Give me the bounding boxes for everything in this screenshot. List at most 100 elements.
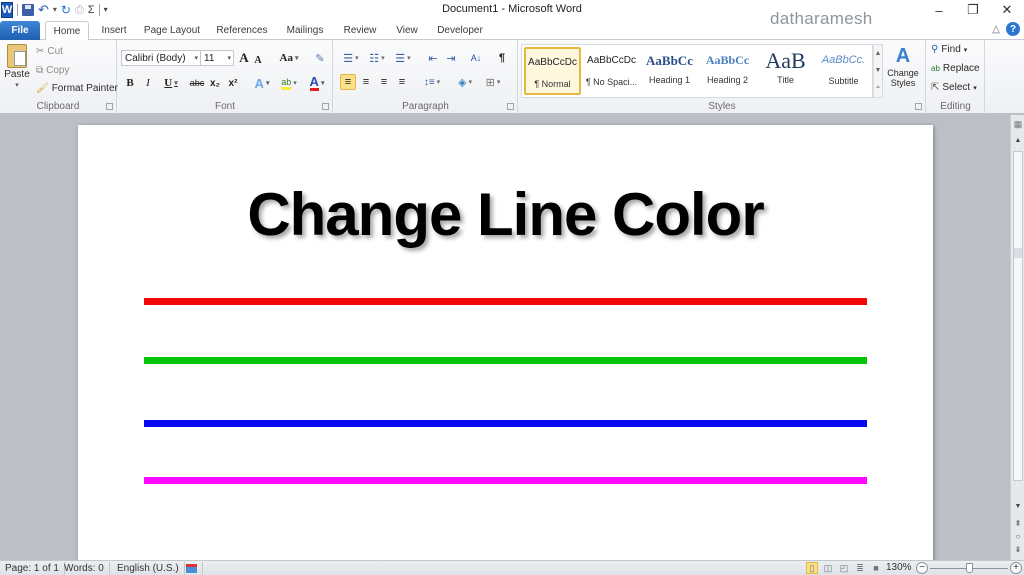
tab-page-layout[interactable]: Page Layout <box>140 21 204 40</box>
vertical-scrollbar[interactable]: ▦ ▲ ▼ ⇞ ○ ⇟ <box>1010 115 1024 560</box>
style-heading-1[interactable]: AaBbCc Heading 1 <box>641 47 698 95</box>
paste-button[interactable]: Paste ▾ <box>3 44 31 89</box>
tab-insert[interactable]: Insert <box>94 21 134 40</box>
help-button[interactable]: ? <box>1006 22 1020 36</box>
font-color-button[interactable]: A ▾ <box>306 75 328 91</box>
language-indicator[interactable]: English (U.S.) <box>112 562 185 575</box>
close-button[interactable]: ✕ <box>990 0 1024 20</box>
tab-review[interactable]: Review <box>338 21 382 40</box>
style-subtitle[interactable]: AaBbCc. Subtitle <box>815 47 872 95</box>
scroll-up-arrow[interactable]: ▲ <box>1011 137 1024 149</box>
chevron-down-icon: ▾ <box>265 80 270 87</box>
show-formatting-marks-button[interactable]: ¶ <box>496 50 508 66</box>
align-left-button[interactable]: ≡ <box>340 74 356 90</box>
colored-line[interactable] <box>144 420 867 427</box>
colored-line[interactable] <box>144 357 867 364</box>
tab-file[interactable]: File <box>0 21 40 40</box>
zoom-out-button[interactable]: − <box>916 562 928 574</box>
styles-dialog-launcher[interactable] <box>915 103 922 110</box>
styles-gallery-scroll[interactable]: ▲ ▼ ⩡ <box>873 44 883 98</box>
superscript-button[interactable]: x² <box>226 75 240 91</box>
italic-button[interactable]: I <box>142 75 154 91</box>
tab-home[interactable]: Home <box>45 21 89 41</box>
minimize-ribbon-button[interactable]: △ <box>992 24 1000 35</box>
restore-button[interactable]: ❐ <box>956 0 990 20</box>
window-controls: – ❐ ✕ <box>922 0 1024 20</box>
scroll-down-icon[interactable]: ▼ <box>875 67 882 74</box>
select-button[interactable]: ⇱ Select ▾ <box>931 82 977 93</box>
zoom-slider-thumb[interactable] <box>965 563 973 573</box>
style-normal[interactable]: AaBbCcDc ¶ Normal <box>524 47 581 95</box>
paragraph-dialog-launcher[interactable] <box>507 103 514 110</box>
style-name: Subtitle <box>828 76 859 86</box>
next-page-icon[interactable]: ⇟ <box>1011 545 1024 554</box>
tab-view[interactable]: View <box>390 21 424 40</box>
document-page[interactable]: Change Line Color <box>78 125 933 575</box>
macro-recording-icon[interactable] <box>181 562 203 575</box>
shrink-font-button[interactable]: A <box>252 52 264 68</box>
underline-button[interactable]: U ▾ <box>160 75 182 91</box>
tab-mailings[interactable]: Mailings <box>280 21 330 40</box>
cut-button[interactable]: ✂ Cut <box>36 46 63 57</box>
change-case-label: Aa <box>279 52 293 64</box>
previous-page-icon[interactable]: ⇞ <box>1011 519 1024 528</box>
text-effects-button[interactable]: A ▾ <box>252 75 272 91</box>
view-ruler-icon[interactable]: ▦ <box>1012 119 1024 131</box>
shading-button[interactable]: ◈ ▾ <box>454 74 476 90</box>
word-count[interactable]: Words: 0 <box>59 562 110 575</box>
multilevel-list-button[interactable]: ☰ ▾ <box>392 50 414 66</box>
subscript-button[interactable]: x₂ <box>208 75 222 91</box>
sort-button[interactable]: A↓ <box>468 50 484 66</box>
clear-formatting-button[interactable]: ✎ <box>313 50 327 66</box>
style-title[interactable]: AaB Title <box>757 47 814 95</box>
zoom-in-button[interactable]: + <box>1010 562 1022 574</box>
grow-font-button[interactable]: A <box>238 50 250 66</box>
line-spacing-button[interactable]: ↕≡ ▾ <box>420 74 444 90</box>
center-button[interactable]: ≡ <box>359 74 373 90</box>
style-no-spacing[interactable]: AaBbCcDc ¶ No Spaci... <box>583 47 640 95</box>
bold-button[interactable]: B <box>124 75 136 91</box>
colored-line[interactable] <box>144 477 867 484</box>
strikethrough-button[interactable]: abc <box>188 75 206 91</box>
format-painter-button[interactable]: 🖌 Format Painter <box>36 83 118 94</box>
decrease-indent-button[interactable]: ⇤ <box>426 50 440 66</box>
draft-view-icon[interactable]: ■ <box>870 562 882 574</box>
paragraph-group-label: Paragraph <box>402 101 449 112</box>
change-styles-button[interactable]: A Change Styles <box>886 44 920 88</box>
change-case-button[interactable]: Aa ▾ <box>278 50 300 66</box>
justify-button[interactable]: ≡ <box>395 74 409 90</box>
replace-button[interactable]: ab Replace <box>931 63 980 74</box>
bullets-button[interactable]: ☰ ▾ <box>340 50 362 66</box>
browse-object-icon[interactable]: ○ <box>1011 532 1024 541</box>
align-right-button[interactable]: ≡ <box>377 74 391 90</box>
scroll-track[interactable] <box>1013 151 1023 481</box>
style-heading-2[interactable]: AaBbCc Heading 2 <box>699 47 756 95</box>
borders-button[interactable]: ⊞ ▾ <box>482 74 504 90</box>
outline-view-icon[interactable]: ≣ <box>854 562 866 574</box>
scroll-up-icon[interactable]: ▲ <box>875 50 882 57</box>
find-button[interactable]: ⚲ Find ▾ <box>931 44 967 55</box>
scroll-down-arrow[interactable]: ▼ <box>1011 503 1024 510</box>
font-size-combo[interactable]: 11 ▾ <box>200 50 234 66</box>
cursor-icon: ⇱ <box>931 82 940 93</box>
minimize-button[interactable]: – <box>922 0 956 20</box>
clipboard-dialog-launcher[interactable] <box>106 103 113 110</box>
font-dialog-launcher[interactable] <box>322 103 329 110</box>
document-heading[interactable]: Change Line Color <box>78 180 933 249</box>
change-styles-label: Change Styles <box>887 68 919 88</box>
copy-button[interactable]: ⧉ Copy <box>36 65 70 76</box>
page-count[interactable]: Page: 1 of 1 <box>0 562 65 575</box>
numbering-button[interactable]: ☷ ▾ <box>366 50 388 66</box>
tab-developer[interactable]: Developer <box>432 21 488 40</box>
scroll-thumb[interactable] <box>1014 248 1022 258</box>
more-styles-icon[interactable]: ⩡ <box>876 84 880 92</box>
full-screen-reading-icon[interactable]: ◫ <box>822 562 834 574</box>
highlight-button[interactable]: ab ▾ <box>278 75 300 91</box>
font-name-combo[interactable]: Calibri (Body) ▾ <box>121 50 201 66</box>
print-layout-view-icon[interactable]: ▯ <box>806 562 818 574</box>
zoom-level[interactable]: 130% <box>886 562 912 573</box>
colored-line[interactable] <box>144 298 867 305</box>
tab-references[interactable]: References <box>212 21 272 40</box>
web-layout-icon[interactable]: ◰ <box>838 562 850 574</box>
increase-indent-button[interactable]: ⇥ <box>444 50 458 66</box>
